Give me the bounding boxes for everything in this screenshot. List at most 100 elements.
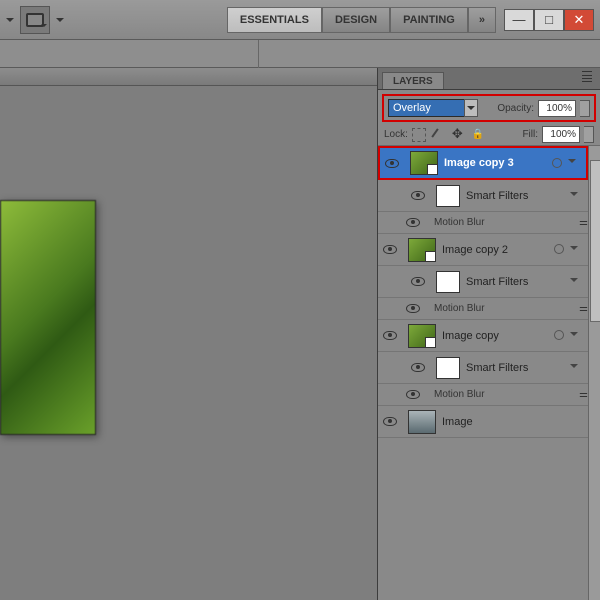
lock-all-icon[interactable] [472,128,486,142]
smart-object-indicator [548,244,570,255]
smart-filters-row[interactable]: Smart Filters [378,266,588,298]
expand-toggle[interactable] [570,243,582,257]
filter-name: Motion Blur [434,217,485,228]
fill-label: Fill: [522,129,538,140]
layer-name[interactable]: Image copy [442,330,548,342]
expand-toggle[interactable] [570,275,582,289]
eye-icon [411,277,425,286]
opacity-stepper[interactable] [580,100,590,117]
smart-filters-label: Smart Filters [466,190,570,202]
opacity-label: Opacity: [497,103,534,114]
eye-icon [406,218,420,227]
filter-options-icon[interactable]: ⚌ [579,303,588,314]
workspace-design[interactable]: DESIGN [322,7,390,33]
blend-mode-row: Overlay Opacity: 100% [382,94,596,122]
filter-row[interactable]: Motion Blur ⚌ [378,212,588,234]
panel-tab-row: LAYERS [378,68,600,90]
dropdown-caret-icon[interactable] [56,18,64,26]
application-menubar: ESSENTIALS DESIGN PAINTING » — □ ✕ [0,0,600,40]
lock-transparency-icon[interactable] [412,128,426,142]
window-controls: — □ ✕ [504,9,594,31]
visibility-toggle[interactable] [406,390,430,399]
layer-thumbnail[interactable] [408,238,436,262]
options-divider [258,40,259,68]
visibility-toggle[interactable] [378,406,402,437]
filter-mask-thumbnail[interactable] [436,185,460,207]
layer-name[interactable]: Image copy 2 [442,244,548,256]
visibility-toggle[interactable] [378,234,402,265]
layers-list: Image copy 3 Smart Filters Motion Blur ⚌… [378,146,588,600]
filter-name: Motion Blur [434,389,485,400]
visibility-toggle[interactable] [406,266,430,297]
expand-toggle[interactable] [570,329,582,343]
filter-name: Motion Blur [434,303,485,314]
lock-position-icon[interactable] [452,128,466,142]
layers-panel: LAYERS Overlay Opacity: 100% Lock: Fill: [377,68,600,600]
layer-thumbnail[interactable] [410,151,438,175]
layer-name[interactable]: Image [442,416,582,428]
eye-icon [406,304,420,313]
eye-icon [411,191,425,200]
smart-filters-row[interactable]: Smart Filters [378,352,588,384]
layer-thumbnail[interactable] [408,410,436,434]
dropdown-caret-icon[interactable] [6,18,14,26]
filter-options-icon[interactable]: ⚌ [579,217,588,228]
blend-mode-select[interactable]: Overlay [388,99,464,117]
visibility-toggle[interactable] [406,218,430,227]
smart-object-indicator [546,158,568,169]
eye-icon [411,363,425,372]
layer-name[interactable]: Image copy 3 [444,157,546,169]
visibility-toggle[interactable] [378,320,402,351]
smart-filters-label: Smart Filters [466,276,570,288]
document-tab-bar[interactable] [0,68,377,86]
panel-menu-icon[interactable] [580,71,596,85]
smart-filters-label: Smart Filters [466,362,570,374]
lock-label: Lock: [384,129,408,140]
canvas-image[interactable] [0,200,96,435]
canvas-area [0,68,377,600]
eye-icon [383,417,397,426]
workspace-painting[interactable]: PAINTING [390,7,468,33]
options-bar [0,40,600,68]
smart-object-indicator [548,330,570,341]
filter-options-icon[interactable]: ⚌ [579,389,588,400]
filter-mask-thumbnail[interactable] [436,357,460,379]
visibility-toggle[interactable] [406,352,430,383]
layer-row-selected[interactable]: Image copy 3 [378,146,588,180]
eye-icon [383,245,397,254]
opacity-input[interactable]: 100% [538,100,576,117]
layer-row[interactable]: Image copy 2 [378,234,588,266]
filter-row[interactable]: Motion Blur ⚌ [378,384,588,406]
eye-icon [406,390,420,399]
window-close-button[interactable]: ✕ [564,9,594,31]
screen-icon [26,13,44,27]
window-maximize-button[interactable]: □ [534,9,564,31]
visibility-toggle[interactable] [380,148,404,178]
layer-row[interactable]: Image copy [378,320,588,352]
visibility-toggle[interactable] [406,304,430,313]
eye-icon [385,159,399,168]
layers-scrollbar[interactable] [588,146,600,600]
window-minimize-button[interactable]: — [504,9,534,31]
workspace-switcher: ESSENTIALS DESIGN PAINTING » [227,7,496,33]
filter-mask-thumbnail[interactable] [436,271,460,293]
workspace-expand-button[interactable]: » [468,7,496,33]
fill-stepper[interactable] [584,126,594,143]
smart-filters-row[interactable]: Smart Filters [378,180,588,212]
blend-mode-dropdown-icon[interactable] [464,99,478,117]
tab-layers[interactable]: LAYERS [382,72,444,89]
filter-row[interactable]: Motion Blur ⚌ [378,298,588,320]
screen-mode-button[interactable] [20,6,50,34]
fill-input[interactable]: 100% [542,126,580,143]
expand-toggle[interactable] [570,189,582,203]
visibility-toggle[interactable] [406,180,430,211]
layer-thumbnail[interactable] [408,324,436,348]
tool-preset-area [6,6,64,34]
expand-toggle[interactable] [570,361,582,375]
expand-toggle[interactable] [568,156,580,170]
lock-pixels-icon[interactable] [432,128,446,142]
layer-row[interactable]: Image [378,406,588,438]
workspace-essentials[interactable]: ESSENTIALS [227,7,322,33]
lock-row: Lock: Fill: 100% [378,124,600,146]
eye-icon [383,331,397,340]
